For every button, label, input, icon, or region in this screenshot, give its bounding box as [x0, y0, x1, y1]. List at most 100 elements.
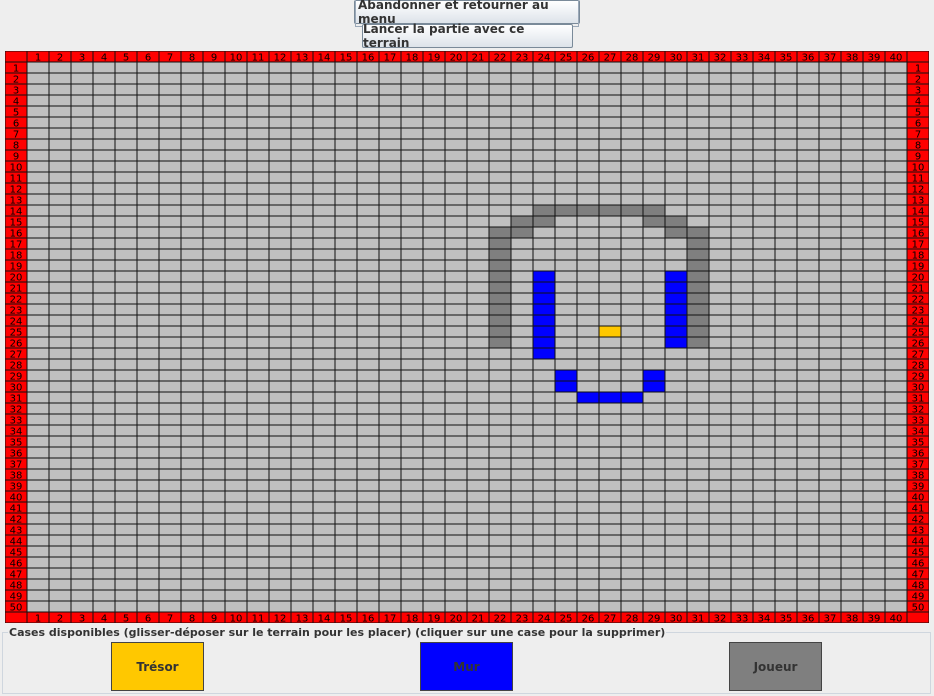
grid-cell[interactable]	[840, 303, 864, 316]
grid-cell[interactable]	[378, 94, 402, 107]
grid-cell[interactable]	[334, 325, 358, 338]
grid-cell[interactable]	[664, 171, 688, 184]
grid-cell[interactable]	[224, 479, 248, 492]
grid-cell[interactable]	[642, 589, 666, 602]
grid-cell[interactable]	[48, 182, 72, 195]
grid-cell[interactable]	[290, 160, 314, 173]
grid-cell[interactable]	[48, 457, 72, 470]
grid-cell[interactable]	[862, 578, 886, 591]
grid-cell[interactable]	[224, 105, 248, 118]
grid-cell[interactable]	[180, 446, 204, 459]
grid-cell[interactable]	[884, 215, 908, 228]
grid-cell[interactable]	[246, 435, 270, 448]
grid-cell[interactable]	[70, 402, 94, 415]
grid-cell[interactable]	[180, 204, 204, 217]
grid-cell[interactable]	[840, 391, 864, 404]
grid-cell[interactable]	[202, 94, 226, 107]
grid-cell[interactable]	[466, 204, 490, 217]
grid-cell[interactable]	[774, 358, 798, 371]
grid-cell[interactable]	[444, 248, 468, 261]
grid-cell[interactable]	[466, 347, 490, 360]
grid-cell[interactable]	[422, 314, 446, 327]
grid-cell[interactable]	[554, 303, 578, 316]
grid-cell[interactable]	[48, 237, 72, 250]
grid-cell[interactable]	[884, 369, 908, 382]
grid-cell[interactable]	[114, 127, 138, 140]
grid-cell[interactable]	[818, 567, 842, 580]
grid-cell[interactable]	[70, 446, 94, 459]
grid-cell[interactable]	[400, 226, 424, 239]
grid-cell[interactable]	[752, 413, 776, 426]
grid-cell[interactable]	[378, 215, 402, 228]
grid-cell[interactable]	[312, 193, 336, 206]
grid-cell[interactable]	[334, 270, 358, 283]
grid-cell[interactable]	[268, 237, 292, 250]
grid-cell[interactable]	[312, 567, 336, 580]
grid-cell[interactable]	[268, 380, 292, 393]
grid-cell[interactable]	[488, 204, 512, 217]
grid-cell[interactable]	[136, 578, 160, 591]
grid-cell[interactable]	[598, 567, 622, 580]
grid-cell[interactable]	[862, 72, 886, 85]
grid-cell[interactable]	[290, 490, 314, 503]
grid-cell[interactable]	[730, 105, 754, 118]
grid-cell[interactable]	[708, 193, 732, 206]
grid-cell[interactable]	[466, 303, 490, 316]
grid-cell[interactable]	[840, 116, 864, 129]
grid-cell[interactable]	[48, 413, 72, 426]
grid-cell[interactable]	[862, 457, 886, 470]
grid-cell[interactable]	[862, 160, 886, 173]
grid-cell[interactable]	[378, 512, 402, 525]
grid-cell[interactable]	[620, 567, 644, 580]
grid-cell[interactable]	[70, 160, 94, 173]
grid-cell[interactable]	[598, 556, 622, 569]
grid-cell[interactable]	[114, 567, 138, 580]
grid-cell[interactable]	[70, 215, 94, 228]
grid-cell[interactable]	[202, 435, 226, 448]
grid-cell[interactable]	[620, 94, 644, 107]
grid-cell[interactable]	[246, 468, 270, 481]
grid-cell[interactable]	[48, 391, 72, 404]
grid-cell[interactable]	[554, 160, 578, 173]
grid-cell[interactable]	[598, 303, 622, 316]
grid-cell[interactable]	[48, 61, 72, 74]
player-cell[interactable]	[686, 259, 710, 272]
grid-cell[interactable]	[466, 138, 490, 151]
grid-cell[interactable]	[422, 292, 446, 305]
grid-cell[interactable]	[378, 589, 402, 602]
grid-cell[interactable]	[334, 457, 358, 470]
grid-cell[interactable]	[70, 424, 94, 437]
grid-cell[interactable]	[708, 72, 732, 85]
grid-cell[interactable]	[334, 94, 358, 107]
grid-cell[interactable]	[818, 116, 842, 129]
grid-cell[interactable]	[268, 468, 292, 481]
grid-cell[interactable]	[268, 248, 292, 261]
grid-cell[interactable]	[554, 435, 578, 448]
grid-cell[interactable]	[136, 237, 160, 250]
grid-cell[interactable]	[620, 116, 644, 129]
grid-cell[interactable]	[268, 545, 292, 558]
grid-cell[interactable]	[444, 171, 468, 184]
grid-cell[interactable]	[598, 347, 622, 360]
grid-cell[interactable]	[268, 567, 292, 580]
grid-cell[interactable]	[422, 270, 446, 283]
grid-cell[interactable]	[400, 391, 424, 404]
grid-cell[interactable]	[312, 204, 336, 217]
grid-cell[interactable]	[576, 589, 600, 602]
grid-cell[interactable]	[334, 435, 358, 448]
grid-cell[interactable]	[488, 347, 512, 360]
grid-cell[interactable]	[202, 149, 226, 162]
grid-cell[interactable]	[664, 94, 688, 107]
grid-cell[interactable]	[444, 490, 468, 503]
grid-cell[interactable]	[510, 468, 534, 481]
grid-cell[interactable]	[708, 534, 732, 547]
grid-cell[interactable]	[752, 171, 776, 184]
grid-cell[interactable]	[290, 534, 314, 547]
grid-cell[interactable]	[510, 358, 534, 371]
grid-cell[interactable]	[598, 512, 622, 525]
grid-cell[interactable]	[422, 589, 446, 602]
grid-cell[interactable]	[158, 600, 182, 613]
grid-cell[interactable]	[48, 149, 72, 162]
grid-cell[interactable]	[818, 281, 842, 294]
grid-cell[interactable]	[444, 226, 468, 239]
